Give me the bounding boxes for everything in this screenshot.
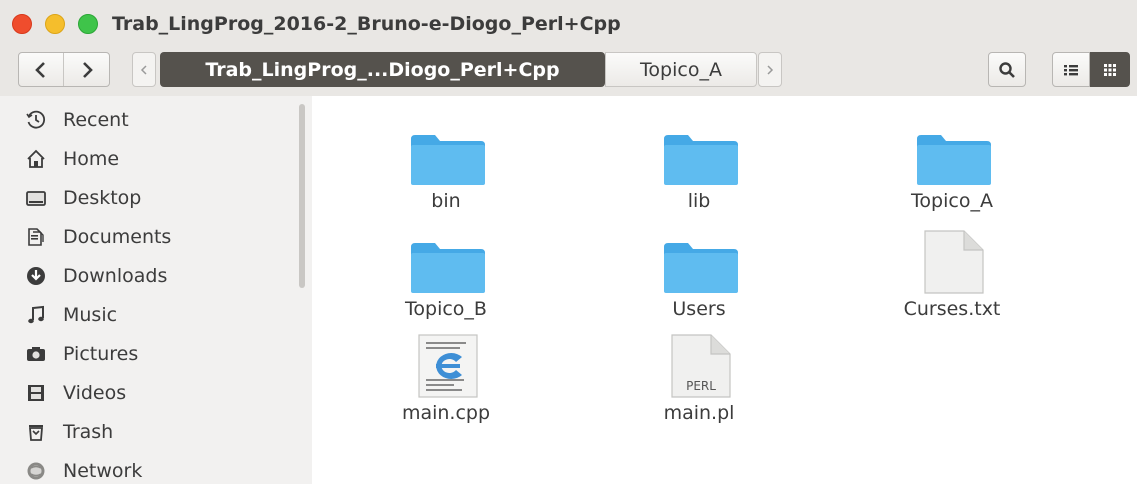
sidebar-item-label: Network — [63, 459, 143, 482]
sidebar-item-label: Pictures — [63, 342, 139, 365]
breadcrumb-current[interactable]: Trab_LingProg_...Diogo_Perl+Cpp — [160, 52, 605, 87]
sidebar-item-trash[interactable]: Trash — [0, 412, 298, 451]
camera-icon — [24, 342, 48, 366]
file-item-topico-b[interactable]: Topico_B — [346, 218, 546, 323]
folder-icon — [410, 218, 486, 294]
file-name: Topico_A — [911, 190, 993, 212]
perl-badge: PERL — [686, 379, 716, 393]
sidebar-item-documents[interactable]: Documents — [0, 217, 298, 256]
sidebar-scrollbar[interactable] — [299, 104, 305, 288]
grid-view-icon — [1104, 63, 1116, 76]
file-name: Users — [672, 298, 726, 320]
sidebar-item-pictures[interactable]: Pictures — [0, 334, 298, 373]
cpp-file-icon — [410, 322, 486, 398]
breadcrumb-next[interactable]: Topico_A — [605, 52, 757, 87]
breadcrumb-scroll-right-button[interactable] — [758, 52, 782, 87]
sidebar-item-music[interactable]: Music — [0, 295, 298, 334]
sidebar-item-label: Home — [63, 147, 120, 170]
file-name: main.cpp — [401, 402, 491, 424]
minimize-window-button[interactable] — [45, 14, 65, 34]
folder-icon — [916, 110, 992, 186]
file-item-bin[interactable]: bin — [346, 110, 546, 215]
chevron-left-icon — [35, 61, 45, 78]
file-item-topico-a[interactable]: Topico_A — [852, 110, 1052, 215]
clock-icon — [24, 108, 48, 132]
close-window-button[interactable] — [12, 14, 32, 34]
sidebar-item-videos[interactable]: Videos — [0, 373, 298, 412]
download-icon — [24, 264, 48, 288]
chevron-right-icon — [82, 61, 93, 78]
sidebar-item-label: Recent — [63, 108, 129, 131]
perl-file-icon: PERL — [663, 322, 739, 398]
window-title: Trab_LingProg_2016-2_Bruno-e-Diogo_Perl+… — [112, 13, 621, 35]
sidebar-item-label: Documents — [63, 225, 172, 248]
sidebar-item-desktop[interactable]: Desktop — [0, 178, 298, 217]
home-icon — [24, 147, 48, 171]
film-icon — [24, 381, 48, 405]
sidebar-item-label: Desktop — [63, 186, 142, 209]
search-button[interactable] — [988, 52, 1026, 87]
music-icon — [24, 303, 48, 327]
sidebar-item-label: Videos — [63, 381, 127, 404]
sidebar-item-recent[interactable]: Recent — [0, 100, 298, 139]
desktop-icon — [24, 186, 48, 210]
chevron-left-small-icon — [140, 64, 147, 75]
file-grid: bin lib Topico_A Topico_B Users Curses.t… — [312, 96, 1137, 484]
forward-button[interactable] — [64, 53, 109, 86]
back-button[interactable] — [19, 53, 65, 86]
trash-icon — [24, 420, 48, 444]
sidebar-item-label: Downloads — [63, 264, 168, 287]
file-item-users[interactable]: Users — [599, 218, 799, 323]
navigation-buttons — [18, 52, 110, 87]
toolbar: Trab_LingProg_...Diogo_Perl+Cpp Topico_A — [0, 48, 1137, 96]
search-icon — [999, 61, 1015, 78]
file-name: main.pl — [663, 402, 735, 424]
title-bar: Trab_LingProg_2016-2_Bruno-e-Diogo_Perl+… — [0, 0, 1137, 48]
folder-icon — [663, 110, 739, 186]
sidebar-item-network[interactable]: Network — [0, 451, 298, 484]
documents-icon — [24, 225, 48, 249]
file-name: bin — [431, 190, 461, 212]
list-view-icon — [1064, 64, 1078, 75]
file-item-lib[interactable]: lib — [599, 110, 799, 215]
file-name: Topico_B — [405, 298, 487, 320]
file-item-main-cpp[interactable]: main.cpp — [346, 322, 546, 427]
list-view-button[interactable] — [1052, 52, 1090, 87]
file-item-curses-txt[interactable]: Curses.txt — [852, 218, 1052, 323]
folder-icon — [410, 110, 486, 186]
sidebar-item-downloads[interactable]: Downloads — [0, 256, 298, 295]
sidebar-item-label: Trash — [63, 420, 114, 443]
file-item-main-pl[interactable]: PERL main.pl — [599, 322, 799, 427]
maximize-window-button[interactable] — [78, 14, 98, 34]
breadcrumb-scroll-left-button[interactable] — [132, 52, 156, 87]
folder-icon — [663, 218, 739, 294]
text-file-icon — [916, 218, 992, 294]
sidebar-item-label: Music — [63, 303, 118, 326]
grid-view-button[interactable] — [1090, 52, 1130, 87]
chevron-right-small-icon — [767, 64, 774, 75]
sidebar: Recent Home Desktop Documents Downloads … — [0, 96, 312, 484]
file-name: lib — [687, 190, 711, 212]
sidebar-item-home[interactable]: Home — [0, 139, 298, 178]
network-icon — [24, 459, 48, 483]
file-name: Curses.txt — [903, 298, 1001, 320]
